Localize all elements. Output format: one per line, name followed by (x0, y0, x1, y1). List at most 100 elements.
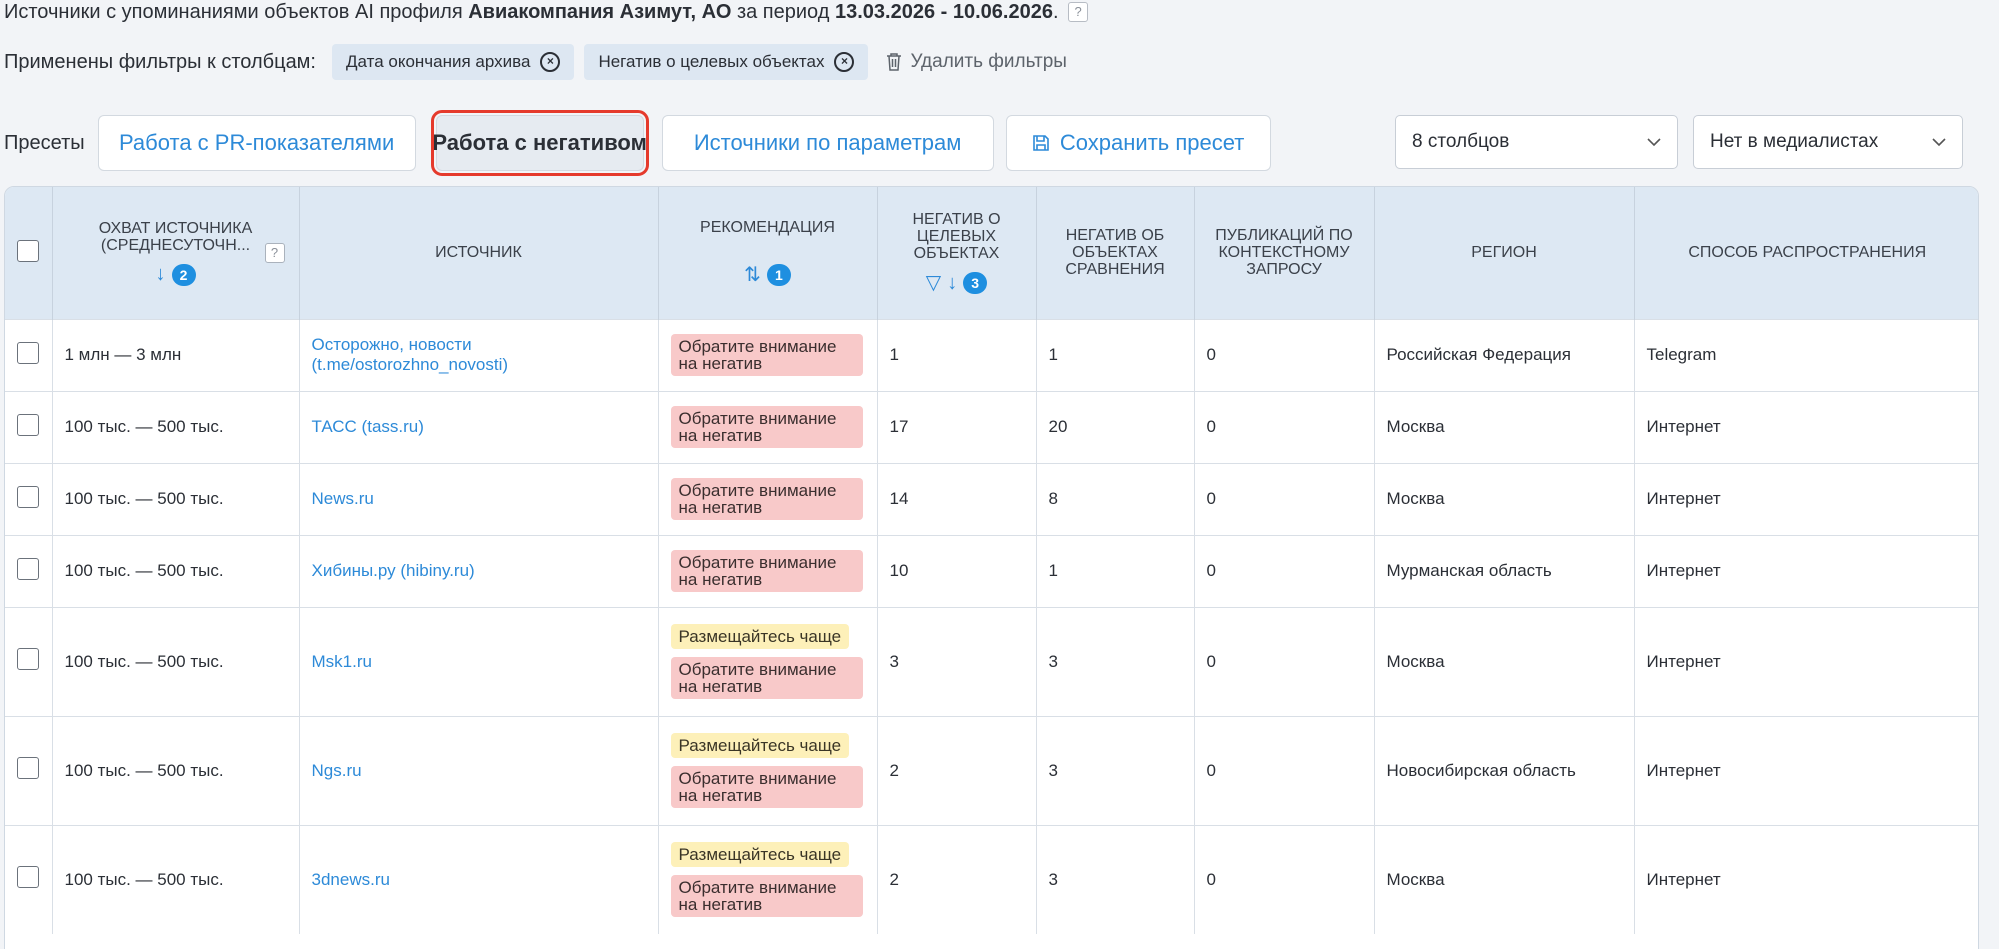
help-icon[interactable]: ? (264, 243, 285, 263)
table-row[interactable]: 100 тыс. — 500 тыс. News.ru Обратите внима… (5, 462, 1978, 535)
media-list-select[interactable]: Нет в медиалистах (1693, 115, 1963, 169)
help-icon[interactable]: ? (1068, 2, 1089, 22)
cell-publications: 0 (1194, 534, 1375, 607)
column-header-source[interactable]: ИСТОЧНИК (299, 187, 659, 319)
column-header-reach[interactable]: ОХВАТ ИСТОЧНИКА (СРЕДНЕСУТОЧН... ? ↓ 2 (52, 187, 300, 319)
sort-indicator[interactable]: ⇅ 1 (665, 263, 871, 287)
filter-chip-label: Негатив о целевых объектах (598, 52, 825, 71)
cell-distribution: Интернет (1634, 462, 1978, 535)
table-row[interactable]: 100 тыс. — 500 тыс. Msk1.ru Размещайтесь ч… (5, 606, 1978, 716)
cell-neg-target: 2 (877, 824, 1037, 934)
cell-reach: 100 тыс. — 500 тыс. (52, 534, 300, 607)
row-checkbox[interactable] (17, 485, 40, 508)
cell-neg-target: 3 (877, 606, 1037, 716)
badge-negative: Обратите внимание на негатив (670, 406, 863, 448)
row-checkbox[interactable] (17, 648, 40, 670)
cell-region: Мурманская область (1374, 534, 1635, 607)
cell-source: ТАСС (tass.ru) (299, 390, 659, 463)
cell-neg-compare: 3 (1036, 715, 1195, 825)
table-row[interactable]: 100 тыс. — 500 тыс. Ngs.ru Размещайтесь ча… (5, 715, 1978, 825)
cell-publications: 0 (1194, 318, 1375, 391)
table-row[interactable]: 100 тыс. — 500 тыс. ТАСС (tass.ru) Обратит… (5, 390, 1978, 463)
cell-source: Осторожно, новости (t.me/ostorozhno_novo… (299, 318, 659, 391)
column-header-label: НЕГАТИВ О ЦЕЛЕВЫХ ОБЪЕКТАХ (912, 211, 1001, 263)
preset-pr-metrics-button[interactable]: Работа с PR-показателями (97, 115, 416, 171)
cell-source: Хибины.ру (hibiny.ru) (299, 534, 659, 607)
select-all-cell (5, 187, 53, 319)
presets-label: Пресеты (4, 131, 85, 154)
source-link[interactable]: Ngs.ru (312, 761, 362, 780)
badge-post-more: Размещайтесь чаще (670, 624, 850, 649)
column-header-publications[interactable]: ПУБЛИКАЦИЙ ПО КОНТЕКСТНОМУ ЗАПРОСУ (1194, 187, 1375, 319)
cell-neg-compare: 1 (1036, 534, 1195, 607)
row-select-cell (5, 390, 53, 463)
cell-neg-compare: 1 (1036, 318, 1195, 391)
cell-reach: 100 тыс. — 500 тыс. (52, 824, 300, 934)
close-icon[interactable]: × (834, 52, 855, 72)
badge-negative: Обратите внимание на негатив (670, 657, 863, 699)
badge-post-more: Размещайтесь чаще (670, 733, 850, 758)
sort-indicator[interactable]: ↓ 2 (59, 263, 293, 286)
sort-order-badge: 2 (171, 263, 196, 286)
row-checkbox[interactable] (17, 866, 40, 889)
preset-source-params-button[interactable]: Источники по параметрам (661, 115, 994, 171)
table-row[interactable]: 100 тыс. — 500 тыс. 3dnews.ru Размещайтесь… (5, 824, 1978, 934)
remove-filters-button[interactable]: Удалить фильтры (886, 51, 1067, 73)
title-dot: . (1052, 1, 1059, 23)
cell-source: News.ru (299, 462, 659, 535)
row-select-cell (5, 715, 53, 825)
badge-negative: Обратите внимание на негатив (670, 550, 863, 592)
cell-distribution: Telegram (1634, 318, 1978, 391)
close-icon[interactable]: × (540, 52, 561, 72)
select-all-checkbox[interactable] (17, 239, 40, 262)
cell-source: 3dnews.ru (299, 824, 659, 934)
row-checkbox[interactable] (17, 413, 40, 436)
row-checkbox[interactable] (17, 557, 40, 580)
column-header-label: НЕГАТИВ ОБ ОБЪЕКТАХ СРАВНЕНИЯ (1065, 227, 1165, 279)
columns-select[interactable]: 8 столбцов (1395, 115, 1678, 169)
cell-publications: 0 (1194, 606, 1375, 716)
company-name: Авиакомпания Азимут, АО (468, 1, 732, 23)
source-link[interactable]: ТАСС (tass.ru) (312, 417, 424, 436)
cell-distribution: Интернет (1634, 824, 1978, 934)
filter-icon[interactable]: ▽ (926, 273, 941, 293)
source-link[interactable]: Хибины.ру (hibiny.ru) (312, 561, 475, 580)
cell-neg-target: 17 (877, 390, 1037, 463)
cell-region: Москва (1374, 462, 1635, 535)
column-header-neg-target[interactable]: НЕГАТИВ О ЦЕЛЕВЫХ ОБЪЕКТАХ ▽ ↓ 3 (877, 187, 1037, 319)
cell-reach: 1 млн — 3 млн (52, 318, 300, 391)
sort-both-icon: ⇅ (744, 263, 761, 286)
cell-neg-compare: 3 (1036, 824, 1195, 934)
source-link[interactable]: Msk1.ru (312, 652, 372, 671)
sort-indicator[interactable]: ▽ ↓ 3 (884, 272, 1030, 295)
sort-order-badge: 3 (963, 272, 988, 295)
cell-recommendation: Обратите внимание на негатив (658, 534, 878, 607)
cell-reach: 100 тыс. — 500 тыс. (52, 715, 300, 825)
column-header-label: ПУБЛИКАЦИЙ ПО КОНТЕКСТНОМУ ЗАПРОСУ (1215, 227, 1353, 279)
column-header-recommendation[interactable]: РЕКОМЕНДАЦИЯ ⇅ 1 (658, 187, 878, 319)
sort-desc-icon: ↓ (155, 263, 166, 286)
cell-region: Новосибирская область (1374, 715, 1635, 825)
cell-region: Москва (1374, 390, 1635, 463)
save-preset-label: Сохранить пресет (1059, 130, 1245, 155)
source-link[interactable]: News.ru (312, 489, 374, 508)
column-header-region[interactable]: РЕГИОН (1374, 187, 1635, 319)
preset-negative-button[interactable]: Работа с негативом (430, 110, 649, 176)
cell-recommendation: Размещайтесь чаще Обратите внимание на не… (658, 715, 878, 825)
row-checkbox[interactable] (17, 757, 40, 779)
row-checkbox[interactable] (17, 341, 40, 364)
save-preset-button[interactable]: Сохранить пресет (1005, 115, 1271, 171)
cell-source: Ngs.ru (299, 715, 659, 825)
columns-select-value: 8 столбцов (1412, 131, 1510, 152)
sources-table: ОХВАТ ИСТОЧНИКА (СРЕДНЕСУТОЧН... ? ↓ 2 ИС… (4, 186, 1979, 949)
source-link[interactable]: 3dnews.ru (312, 870, 390, 889)
table-row[interactable]: 1 млн — 3 млн Осторожно, новости (t.me/os… (5, 318, 1978, 391)
cell-reach: 100 тыс. — 500 тыс. (52, 462, 300, 535)
row-select-cell (5, 462, 53, 535)
column-header-distribution[interactable]: СПОСОБ РАСПРОСТРАНЕНИЯ (1634, 187, 1978, 319)
table-row[interactable]: 100 тыс. — 500 тыс. Хибины.ру (hibiny.ru)… (5, 534, 1978, 607)
column-header-neg-compare[interactable]: НЕГАТИВ ОБ ОБЪЕКТАХ СРАВНЕНИЯ (1036, 187, 1195, 319)
cell-distribution: Интернет (1634, 390, 1978, 463)
cell-neg-target: 1 (877, 318, 1037, 391)
source-link[interactable]: Осторожно, новости (t.me/ostorozhno_novo… (312, 335, 509, 374)
